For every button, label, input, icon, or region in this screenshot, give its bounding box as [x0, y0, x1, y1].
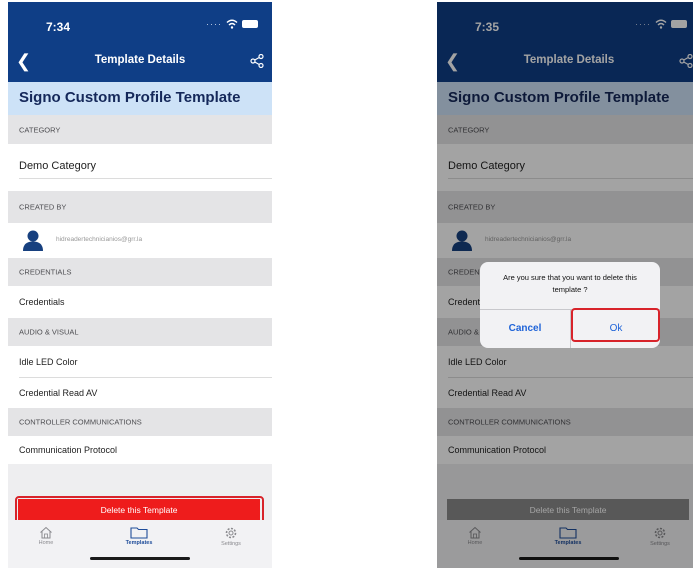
- status-bar: 7:34 ····: [8, 2, 272, 42]
- wifi-icon: [226, 19, 238, 29]
- user-avatar-icon: [23, 230, 43, 251]
- status-time: 7:34: [46, 20, 71, 34]
- credentials-item: Credentials: [19, 297, 65, 307]
- home-icon: [40, 526, 52, 539]
- home-indicator: [90, 557, 190, 560]
- section-label: CREATED BY: [19, 202, 67, 212]
- signal-dots-icon: ····: [206, 19, 222, 29]
- template-header: Signo Custom Profile Template: [8, 82, 272, 115]
- communication-protocol-item: Communication Protocol: [19, 445, 118, 455]
- section-header-created-by: CREATED BY: [8, 191, 272, 223]
- tab-bar: Home Templates Settings: [8, 520, 272, 568]
- section-header-controller-communications: CONTROLLER COMMUNICATIONS: [8, 408, 272, 436]
- creator-email: hidreadertechnicianios@grr.la: [56, 236, 143, 243]
- section-label: CATEGORY: [19, 125, 61, 134]
- section-header-credentials: CREDENTIALS: [8, 258, 272, 286]
- created-by-row: hidreadertechnicianios@grr.la: [8, 223, 272, 258]
- highlight-outline: [571, 308, 660, 342]
- cancel-button[interactable]: Cancel: [480, 309, 570, 348]
- section-label: AUDIO & VISUAL: [19, 327, 79, 337]
- tab-templates[interactable]: Templates: [109, 526, 169, 546]
- tab-settings[interactable]: Settings: [201, 526, 261, 547]
- battery-icon: [242, 20, 258, 28]
- status-icons: ····: [206, 19, 258, 29]
- tab-label: Settings: [221, 541, 241, 547]
- nav-title: Template Details: [94, 54, 186, 66]
- tab-label: Home: [38, 540, 54, 546]
- category-value: Demo Category: [19, 160, 97, 172]
- section-header-category: CATEGORY: [8, 115, 272, 144]
- gear-icon: [225, 527, 237, 539]
- credential-read-av-row[interactable]: Credential Read AV: [8, 378, 272, 408]
- section-header-audio-visual: AUDIO & VISUAL: [8, 318, 272, 346]
- tab-home[interactable]: Home: [16, 526, 76, 546]
- category-row: Demo Category: [8, 144, 272, 191]
- idle-led-color-row[interactable]: Idle LED Color: [8, 346, 272, 378]
- folder-icon: [130, 527, 148, 539]
- section-label: CONTROLLER COMMUNICATIONS: [19, 417, 142, 427]
- share-icon[interactable]: [250, 54, 264, 68]
- communication-protocol-row[interactable]: Communication Protocol: [8, 436, 272, 464]
- template-title: Signo Custom Profile Template: [19, 89, 241, 106]
- credentials-row[interactable]: Credentials: [8, 286, 272, 318]
- section-label: CREDENTIALS: [19, 267, 72, 277]
- divider: [19, 178, 272, 179]
- phone-screen-after: 7:35 ···· ❮ Template Details Signo Custo…: [437, 2, 693, 568]
- phone-screen-before: 7:34 ···· ❮ Template Details Signo Custo…: [8, 2, 272, 568]
- credential-read-av-item: Credential Read AV: [19, 388, 98, 398]
- navigation-bar: ❮ Template Details: [8, 50, 272, 76]
- idle-led-color-item: Idle LED Color: [19, 357, 78, 367]
- dialog-message: Are you sure that you want to delete thi…: [503, 273, 637, 294]
- tab-label: Templates: [125, 540, 153, 546]
